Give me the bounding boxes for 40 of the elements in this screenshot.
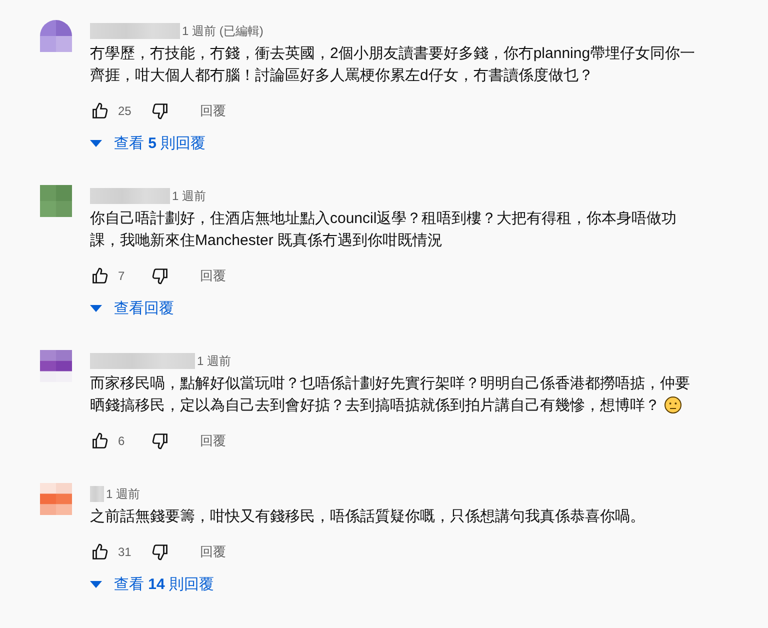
comment-text: 你自己唔計劃好，住酒店無地址點入council返學？租唔到樓？大把有得租，你本身唔做功課，我哋新來住Manchester 既真係冇遇到你咁既情況 bbox=[90, 209, 678, 251]
like-button[interactable] bbox=[90, 101, 110, 121]
caret-icon bbox=[90, 304, 102, 312]
thumbs-down-icon bbox=[151, 543, 169, 561]
emoji-icon bbox=[664, 396, 682, 414]
thumbs-down-icon bbox=[151, 102, 169, 120]
reply-button[interactable]: 回覆 bbox=[194, 96, 232, 126]
view-replies-button[interactable]: 查看回覆 bbox=[90, 292, 174, 324]
caret-icon bbox=[90, 140, 102, 146]
like-count: 25 bbox=[118, 104, 132, 118]
dislike-button[interactable] bbox=[150, 266, 170, 286]
thumbs-up-icon bbox=[91, 102, 109, 120]
comment-time: 1 週前 bbox=[197, 352, 232, 370]
reply-button[interactable]: 回覆 bbox=[194, 426, 232, 456]
thumbs-up-icon bbox=[91, 267, 109, 285]
reply-button[interactable]: 回覆 bbox=[194, 261, 232, 291]
view-replies-button[interactable]: 查看 5 則回覆 bbox=[90, 127, 206, 159]
redacted-name bbox=[90, 486, 104, 502]
view-replies-button[interactable]: 查看 14 則回覆 bbox=[90, 568, 214, 600]
comment-text: 之前話無錢要籌，咁快又有錢移民，唔係話質疑你嘅，只係想講句我真係恭喜你喎。 bbox=[90, 507, 646, 527]
caret-icon bbox=[90, 580, 102, 588]
comment-text: 冇學歷，冇技能，冇錢，衝去英國，2個小朋友讀書要好多錢，你冇planning帶埋仔女同你一齊捱，咁大個人都冇腦！討論區好多人罵梗你累左d仔女，冇書讀係度做乜？ bbox=[90, 44, 696, 86]
like-button[interactable] bbox=[90, 266, 110, 286]
reply-button[interactable]: 回覆 bbox=[194, 537, 232, 567]
dislike-button[interactable] bbox=[150, 431, 170, 451]
thumbs-up-icon bbox=[91, 543, 109, 561]
dislike-button[interactable] bbox=[150, 542, 170, 562]
thumbs-up-icon bbox=[91, 432, 109, 450]
thumbs-down-icon bbox=[151, 432, 169, 450]
like-count: 6 bbox=[118, 434, 126, 448]
thumbs-down-icon bbox=[151, 267, 169, 285]
dislike-button[interactable] bbox=[150, 101, 170, 121]
comment-time: 1 週前 (已編輯) bbox=[182, 22, 264, 40]
like-count: 31 bbox=[118, 545, 132, 559]
like-button[interactable] bbox=[90, 542, 110, 562]
comment-text: 而家移民喎，點解好似當玩咁？乜唔係計劃好先實行架咩？明明自己係香港都撈唔掂，仲要晒錢搞移民，定以為自己去到會好掂？去到搞唔掂就係到拍片講自己有幾慘，想博咩？ bbox=[90, 374, 691, 416]
comment-time: 1 週前 bbox=[106, 486, 140, 502]
comment-time: 1 週前 bbox=[172, 188, 206, 204]
like-count: 7 bbox=[118, 269, 126, 283]
like-button[interactable] bbox=[90, 431, 110, 451]
